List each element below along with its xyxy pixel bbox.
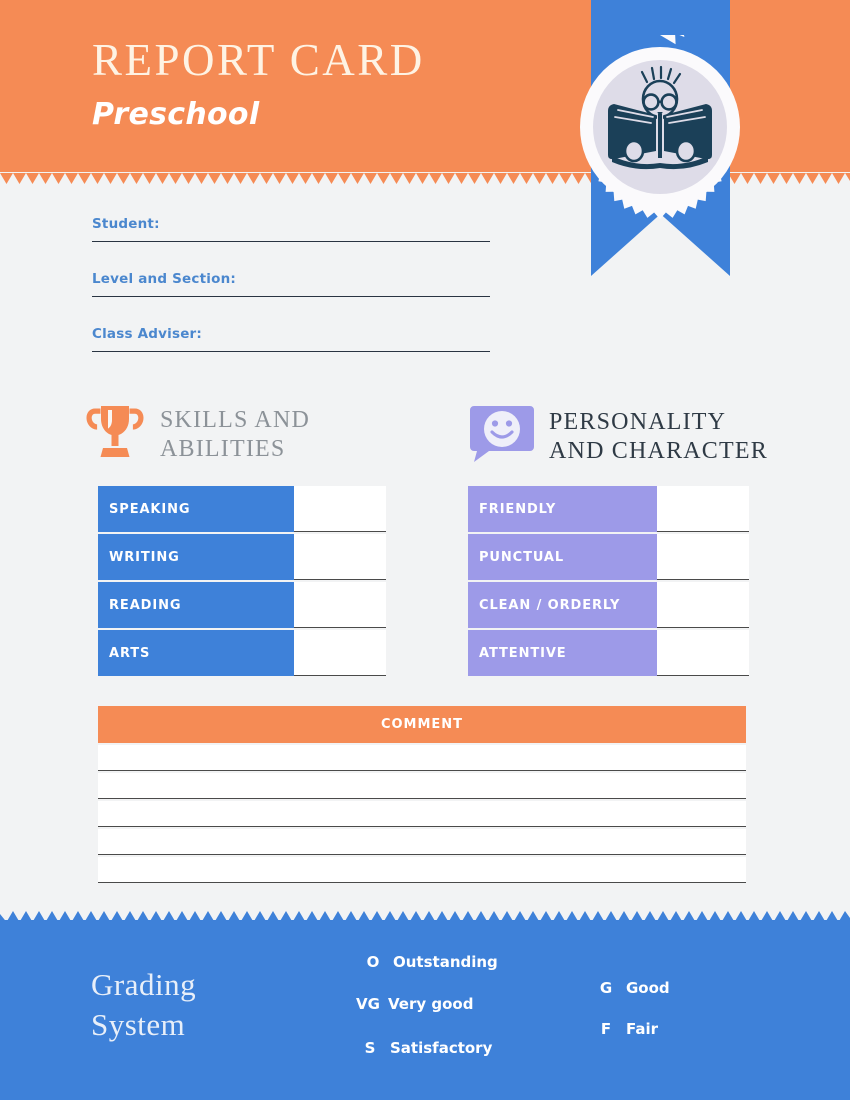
grading-legend-code: VG <box>356 995 380 1013</box>
comment-line[interactable] <box>98 857 746 883</box>
comment-line[interactable] <box>98 801 746 827</box>
grading-legend-desc: Very good <box>388 995 474 1013</box>
field-class-adviser-label: Class Adviser: <box>92 326 203 342</box>
table-row: SPEAKING <box>98 486 386 532</box>
table-row: READING <box>98 582 386 628</box>
section-head-personality: PERSONALITY AND CHARACTER <box>468 404 768 469</box>
grading-legend-item: O Outstanding <box>353 953 498 971</box>
grading-legend-code: G <box>599 979 613 997</box>
table-row: CLEAN / ORDERLY <box>468 582 749 628</box>
smiley-speech-bubble-icon <box>468 404 536 469</box>
report-card-page: REPORT CARD Preschool Student: Level and… <box>0 0 850 1100</box>
grading-legend-item: G Good <box>586 979 670 997</box>
grading-legend-column-one: O Outstanding VG Very good S Satisfactor… <box>340 945 540 1075</box>
section-title-personality-line1: PERSONALITY <box>549 408 727 435</box>
skills-row-label: READING <box>98 582 294 628</box>
grading-legend-column-two: G Good F Fair <box>578 945 758 1055</box>
field-level-and-section-label: Level and Section: <box>92 271 236 287</box>
personality-row-value[interactable] <box>657 486 749 532</box>
field-student[interactable]: Student: <box>92 216 490 242</box>
skills-row-label: WRITING <box>98 534 294 580</box>
skills-row-value[interactable] <box>294 582 386 628</box>
personality-row-label: CLEAN / ORDERLY <box>468 582 657 628</box>
skills-row-label: ARTS <box>98 630 294 676</box>
table-row: PUNCTUAL <box>468 534 749 580</box>
skills-row-value[interactable] <box>294 630 386 676</box>
grading-system-title-line2: System <box>91 1007 186 1042</box>
skills-row-value[interactable] <box>294 486 386 532</box>
grading-system-title: Grading System <box>91 965 196 1045</box>
field-student-label: Student: <box>92 216 160 232</box>
field-level-and-section[interactable]: Level and Section: <box>92 271 490 297</box>
grading-legend-desc: Outstanding <box>393 953 498 971</box>
section-title-skills: SKILLS AND ABILITIES <box>160 406 310 464</box>
section-head-skills: SKILLS AND ABILITIES <box>84 404 310 465</box>
grading-legend-code: S <box>364 1039 376 1057</box>
field-level-and-section-rule <box>92 296 490 297</box>
grading-system-title-line1: Grading <box>91 967 197 1002</box>
personality-row-value[interactable] <box>657 582 749 628</box>
personality-row-label: ATTENTIVE <box>468 630 657 676</box>
grading-legend-item: VG Very good <box>348 995 473 1013</box>
grading-legend-code: O <box>366 953 380 971</box>
trophy-icon <box>84 404 146 465</box>
skills-row-label: SPEAKING <box>98 486 294 532</box>
comment-line[interactable] <box>98 829 746 855</box>
grading-legend-desc: Fair <box>626 1020 659 1038</box>
section-title-personality: PERSONALITY AND CHARACTER <box>549 408 768 466</box>
personality-row-value[interactable] <box>657 630 749 676</box>
grading-legend-desc: Satisfactory <box>390 1039 493 1057</box>
page-title: REPORT CARD <box>92 35 425 85</box>
grading-legend-item: S Satisfactory <box>350 1039 493 1057</box>
header-title-group: REPORT CARD Preschool <box>92 38 425 130</box>
field-class-adviser[interactable]: Class Adviser: <box>92 326 490 352</box>
footer-zigzag-edge <box>0 909 850 922</box>
child-reading-book-icon <box>568 0 752 220</box>
field-student-rule <box>92 241 490 242</box>
section-title-personality-line2: AND CHARACTER <box>549 437 768 464</box>
comment-header: COMMENT <box>98 706 746 743</box>
personality-row-value[interactable] <box>657 534 749 580</box>
skills-row-value[interactable] <box>294 534 386 580</box>
section-title-skills-line2: ABILITIES <box>160 435 286 462</box>
table-row: ATTENTIVE <box>468 630 749 676</box>
personality-row-label: FRIENDLY <box>468 486 657 532</box>
page-subtitle: Preschool <box>92 97 260 132</box>
skills-table: SPEAKING WRITING READING ARTS <box>98 486 386 678</box>
grading-legend-desc: Good <box>626 979 670 997</box>
grading-legend-code: F <box>600 1020 612 1038</box>
section-title-skills-line1: SKILLS AND <box>160 406 311 433</box>
table-row: WRITING <box>98 534 386 580</box>
comment-line[interactable] <box>98 745 746 771</box>
field-class-adviser-rule <box>92 351 490 352</box>
comment-block: COMMENT <box>98 706 746 883</box>
personality-row-label: PUNCTUAL <box>468 534 657 580</box>
comment-line[interactable] <box>98 773 746 799</box>
table-row: FRIENDLY <box>468 486 749 532</box>
table-row: ARTS <box>98 630 386 676</box>
grading-legend-item: F Fair <box>586 1020 658 1038</box>
personality-table: FRIENDLY PUNCTUAL CLEAN / ORDERLY ATTENT… <box>468 486 749 678</box>
